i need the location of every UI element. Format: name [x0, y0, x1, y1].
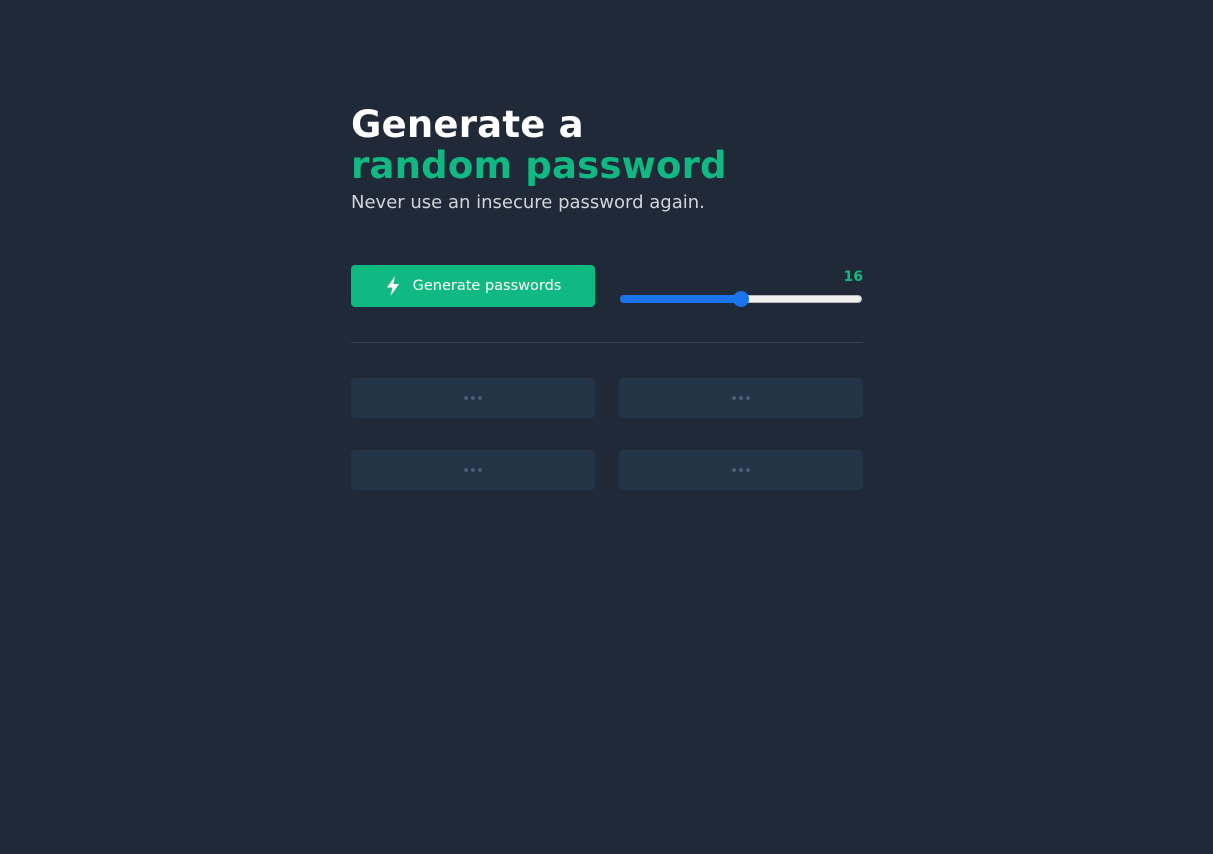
ellipsis-icon: [464, 396, 482, 400]
password-length-value: 16: [843, 269, 863, 285]
page-subtitle: Never use an insecure password again.: [351, 192, 705, 213]
lightning-bolt-icon: [386, 276, 399, 296]
ellipsis-icon: [732, 396, 750, 400]
password-box-4[interactable]: [619, 450, 863, 490]
password-length-control: 16: [619, 265, 863, 307]
generate-passwords-button[interactable]: Generate passwords: [351, 265, 595, 307]
password-generator: Generate a random password Never use an …: [351, 104, 863, 490]
generate-passwords-label: Generate passwords: [412, 278, 562, 294]
password-box-2[interactable]: [619, 378, 863, 418]
password-box-3[interactable]: [351, 450, 595, 490]
page-title: Generate a random password: [351, 104, 863, 186]
password-box-1[interactable]: [351, 378, 595, 418]
divider: [351, 342, 863, 343]
password-list: [351, 378, 863, 490]
ellipsis-icon: [464, 468, 482, 472]
title-line-1: Generate a: [351, 103, 584, 146]
ellipsis-icon: [732, 468, 750, 472]
password-length-slider[interactable]: [620, 291, 862, 307]
slider-thumb[interactable]: [733, 291, 749, 307]
slider-fill: [620, 295, 741, 303]
controls-row: Generate passwords 16: [351, 265, 863, 307]
title-line-2: random password: [351, 144, 727, 187]
